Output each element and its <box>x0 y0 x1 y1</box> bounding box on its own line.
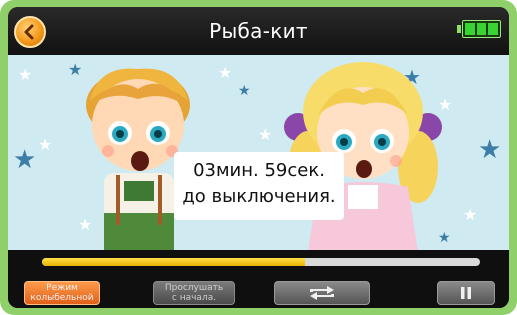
star-shape: ★ <box>38 135 53 154</box>
timer-remaining: 03мин. 59сек. <box>193 160 325 181</box>
restart-button[interactable]: Прослушать с начала. <box>153 281 235 305</box>
star-shape: ★ <box>238 83 251 99</box>
track-title: Рыба-кит <box>209 19 308 43</box>
pause-icon <box>461 287 471 299</box>
timer-caption: до выключения. <box>182 186 336 207</box>
device-frame: Рыба-кит ★ ★ ★ ★ ★ ★ ★ ★ ★ ★ ★ ★ ★ 03мин… <box>0 0 517 315</box>
star-shape: ★ <box>478 135 502 165</box>
screen: Рыба-кит ★ ★ ★ ★ ★ ★ ★ ★ ★ ★ ★ ★ ★ 03мин… <box>8 7 509 308</box>
lullaby-mode-button[interactable]: Режим колыбельной <box>24 281 100 305</box>
battery-nub <box>457 25 461 33</box>
restart-label-line1: Прослушать <box>164 283 224 293</box>
progress-bar[interactable] <box>42 258 480 266</box>
star-shape: ★ <box>13 145 37 175</box>
battery-cell <box>488 23 499 35</box>
star-shape: ★ <box>18 65 33 84</box>
control-bar: Режим колыбельной Прослушать с начала. <box>8 276 509 308</box>
star-shape: ★ <box>218 63 233 82</box>
restart-label-line2: с начала. <box>171 293 217 303</box>
lullaby-label-line2: колыбельной <box>30 293 94 303</box>
lullaby-label-line1: Режим <box>46 283 78 293</box>
star-shape: ★ <box>258 125 273 144</box>
repeat-button[interactable] <box>274 281 370 305</box>
sleep-timer-overlay: 03мин. 59сек. до выключения. <box>174 152 344 220</box>
battery-body <box>462 20 501 38</box>
top-bar: Рыба-кит <box>8 7 509 55</box>
pause-button[interactable] <box>437 281 495 305</box>
battery-indicator <box>457 19 501 39</box>
star-shape: ★ <box>463 205 478 224</box>
progress-fill <box>42 258 305 266</box>
battery-cell <box>465 23 475 35</box>
cover-artwork: ★ ★ ★ ★ ★ ★ ★ ★ ★ ★ ★ ★ ★ 03мин. 59сек. … <box>8 55 509 250</box>
repeat-icon <box>310 286 334 300</box>
progress-area <box>8 250 509 276</box>
battery-cell <box>476 23 487 35</box>
